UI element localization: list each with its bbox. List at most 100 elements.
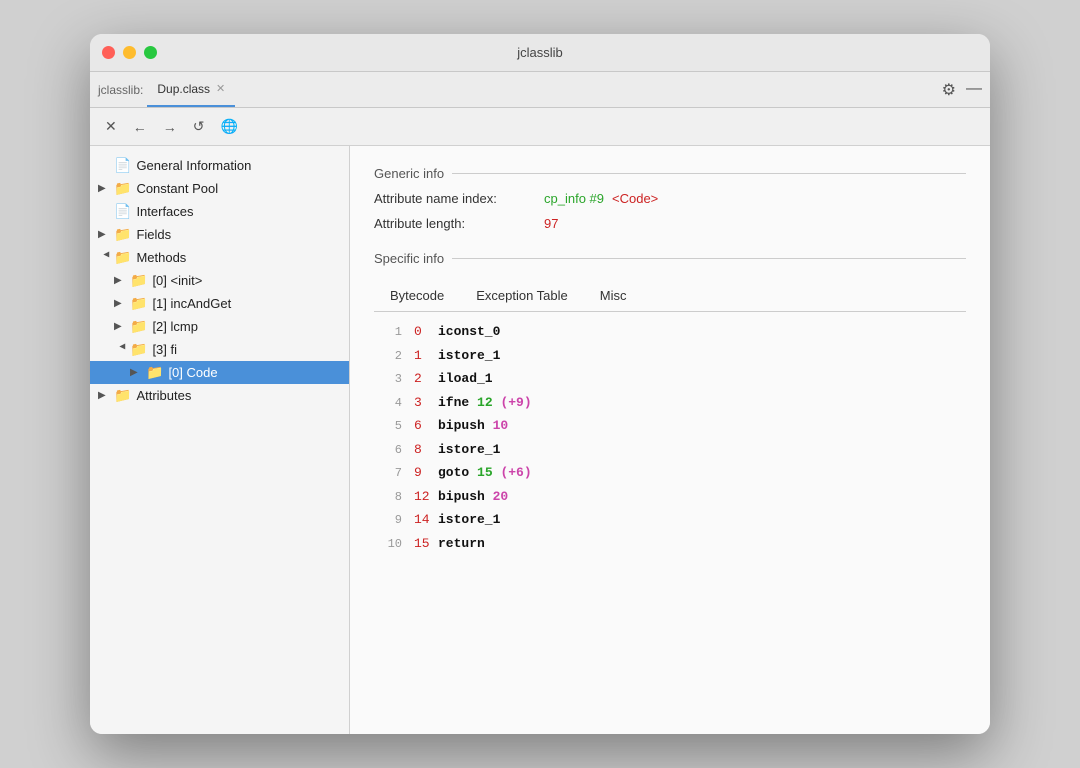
bc-arg: 10 — [493, 416, 509, 436]
sidebar-label-interfaces: Interfaces — [136, 204, 193, 219]
attr-length-row: Attribute length: 97 — [374, 216, 966, 231]
browser-button[interactable]: 🌐 — [215, 115, 242, 138]
file-icon: 📄 — [114, 157, 131, 174]
sidebar-item-method-incandget[interactable]: ▶ 📁 [1] incAndGet — [90, 292, 349, 315]
folder-icon-code: 📁 — [146, 364, 163, 381]
sidebar-label-general-info: General Information — [136, 158, 251, 173]
bc-offset: 8 — [414, 440, 438, 460]
attr-length-value: 97 — [544, 216, 558, 231]
refresh-button[interactable]: ↺ — [188, 115, 210, 138]
generic-info-header: Generic info — [374, 166, 966, 181]
bc-instruction: bipush — [438, 487, 485, 507]
tree-arrow-constant-pool: ▶ — [98, 183, 114, 194]
bc-arg: (+9) — [500, 393, 531, 413]
sidebar-item-attributes[interactable]: ▶ 📁 Attributes — [90, 384, 349, 407]
window-controls — [102, 46, 157, 59]
bc-linenum: 4 — [374, 394, 402, 412]
bc-offset: 6 — [414, 416, 438, 436]
sidebar-label-fields: Fields — [136, 227, 171, 242]
sidebar-item-fields[interactable]: ▶ 📁 Fields — [90, 223, 349, 246]
sidebar-item-methods[interactable]: ▼ 📁 Methods — [90, 246, 349, 269]
sidebar-label-code: [0] Code — [168, 365, 217, 380]
bc-instruction: ifne — [438, 393, 469, 413]
sidebar-item-code[interactable]: ▶ 📁 [0] Code — [90, 361, 349, 384]
tab-misc[interactable]: Misc — [584, 282, 643, 311]
sidebar-item-general-info[interactable]: 📄 General Information — [90, 154, 349, 177]
specific-info-header: Specific info — [374, 251, 966, 266]
folder-icon-init: 📁 — [130, 272, 147, 289]
bc-arg: 20 — [493, 487, 509, 507]
bytecode-row: 56bipush 10 — [374, 414, 966, 438]
tree-arrow-code: ▶ — [130, 367, 146, 378]
bc-linenum: 6 — [374, 441, 402, 459]
detail-tabs: Bytecode Exception Table Misc — [374, 282, 966, 312]
sidebar-item-constant-pool[interactable]: ▶ 📁 Constant Pool — [90, 177, 349, 200]
bc-offset: 9 — [414, 463, 438, 483]
file-icon-interfaces: 📄 — [114, 203, 131, 220]
bc-offset: 2 — [414, 369, 438, 389]
specific-info-label: Specific info — [374, 251, 444, 266]
sidebar-label-attributes: Attributes — [136, 388, 191, 403]
tab-exception-table[interactable]: Exception Table — [460, 282, 584, 311]
bc-arg: (+6) — [500, 463, 531, 483]
sidebar-label-constant-pool: Constant Pool — [136, 181, 218, 196]
forward-button[interactable]: → — [158, 116, 182, 138]
sidebar-item-interfaces[interactable]: 📄 Interfaces — [90, 200, 349, 223]
tab-dup-class[interactable]: Dup.class ✕ — [147, 72, 235, 107]
bc-offset: 3 — [414, 393, 438, 413]
bc-linenum: 3 — [374, 370, 402, 388]
tab-label: Dup.class — [157, 82, 210, 96]
minimize-button[interactable] — [123, 46, 136, 59]
folder-icon-incandget: 📁 — [130, 295, 147, 312]
close-button[interactable] — [102, 46, 115, 59]
bytecode-row: 8 12bipush 20 — [374, 485, 966, 509]
tree-arrow-interfaces — [98, 206, 114, 217]
bc-linenum: 5 — [374, 417, 402, 435]
bytecode-row: 914istore_1 — [374, 508, 966, 532]
sidebar-item-method-fi[interactable]: ▼ 📁 [3] fi — [90, 338, 349, 361]
sidebar-item-method-lcmp[interactable]: ▶ 📁 [2] lcmp — [90, 315, 349, 338]
attr-name-label: Attribute name index: — [374, 191, 544, 206]
maximize-button[interactable] — [144, 46, 157, 59]
bc-linenum: 8 — [374, 488, 402, 506]
tree-arrow-general-info — [98, 160, 114, 171]
tree-arrow-init: ▶ — [114, 275, 130, 286]
tree-arrow-lcmp: ▶ — [114, 321, 130, 332]
detail-panel: Generic info Attribute name index: cp_in… — [350, 146, 990, 734]
tab-close-icon[interactable]: ✕ — [216, 82, 225, 95]
attr-name-link[interactable]: cp_info #9 — [544, 191, 604, 206]
back-button[interactable]: ← — [128, 116, 152, 138]
bc-offset: 12 — [414, 487, 438, 507]
bc-linenum: 7 — [374, 464, 402, 482]
folder-icon-fields: 📁 — [114, 226, 131, 243]
tree-arrow-attributes: ▶ — [98, 390, 114, 401]
bc-instruction: istore_1 — [438, 346, 500, 366]
bytecode-row: 10iconst_0 — [374, 320, 966, 344]
tree-arrow-fi: ▼ — [117, 342, 128, 358]
window-title: jclasslib — [517, 45, 563, 60]
bc-offset: 15 — [414, 534, 438, 554]
tree-arrow-incandget: ▶ — [114, 298, 130, 309]
bytecode-row: 21istore_1 — [374, 344, 966, 368]
attr-name-row: Attribute name index: cp_info #9 <Code> — [374, 191, 966, 206]
tab-bar: jclasslib: Dup.class ✕ ⚙ — — [90, 72, 990, 108]
sidebar-label-lcmp: [2] lcmp — [152, 319, 198, 334]
settings-icon[interactable]: ⚙ — [942, 80, 956, 100]
attr-name-code: <Code> — [612, 191, 658, 206]
sidebar-item-method-init[interactable]: ▶ 📁 [0] <init> — [90, 269, 349, 292]
bc-instruction: iload_1 — [438, 369, 493, 389]
main-window: jclasslib jclasslib: Dup.class ✕ ⚙ — ✕ ←… — [90, 34, 990, 734]
bytecode-row: 1015return — [374, 532, 966, 556]
toolbar: ✕ ← → ↺ 🌐 — [90, 108, 990, 146]
minimize-icon[interactable]: — — [966, 80, 982, 100]
bytecode-row: 79goto 15 (+6) — [374, 461, 966, 485]
tree-arrow-methods: ▼ — [101, 250, 112, 266]
sidebar-label-incandget: [1] incAndGet — [152, 296, 231, 311]
bc-instruction: istore_1 — [438, 440, 500, 460]
tab-bytecode[interactable]: Bytecode — [374, 282, 460, 311]
main-content: 📄 General Information ▶ 📁 Constant Pool … — [90, 146, 990, 734]
close-tab-button[interactable]: ✕ — [100, 115, 122, 138]
tab-bar-actions: ⚙ — — [942, 80, 982, 100]
tree-arrow-fields: ▶ — [98, 229, 114, 240]
bc-instruction: istore_1 — [438, 510, 500, 530]
